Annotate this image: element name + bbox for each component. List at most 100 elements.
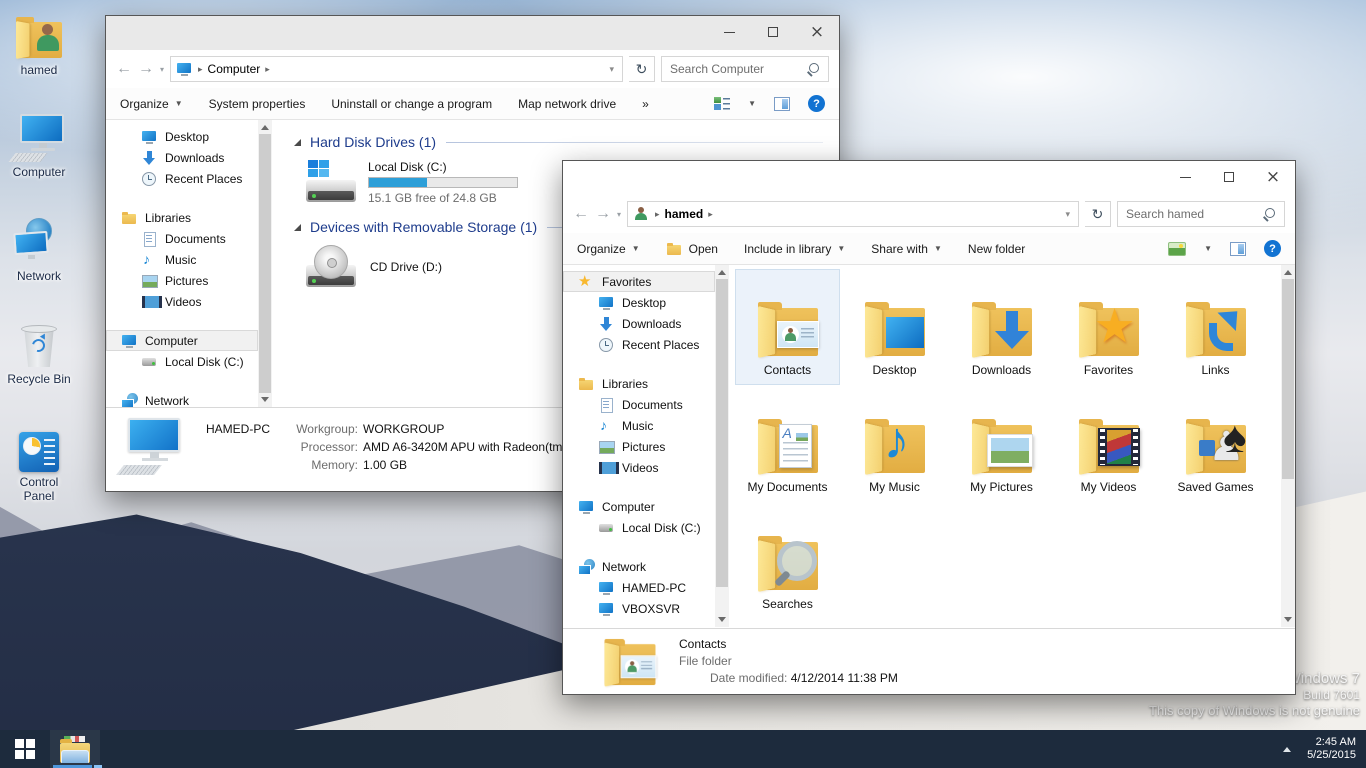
minimize-button[interactable] [1163, 161, 1207, 193]
scroll-down-icon[interactable] [261, 397, 269, 402]
search-input[interactable] [1126, 207, 1257, 221]
folder-tile-desktop[interactable]: Desktop [842, 269, 947, 385]
sidebar-item-libraries[interactable]: Libraries [563, 373, 715, 394]
back-button[interactable]: ← [573, 206, 589, 222]
desktop-icon-hamed[interactable]: hamed [0, 10, 78, 77]
scroll-down-icon[interactable] [1284, 617, 1292, 622]
sidebar-item-videos[interactable]: Videos [563, 457, 715, 478]
include-in-library-menu[interactable]: Include in library▼ [744, 242, 845, 256]
scrollbar-thumb[interactable] [259, 134, 271, 393]
folder-tile-saved-games[interactable]: ♟ Saved Games [1163, 386, 1268, 502]
sidebar-item-computer[interactable]: Computer [106, 330, 258, 351]
folder-tile-my-music[interactable]: My Music [842, 386, 947, 502]
new-folder-button[interactable]: New folder [968, 242, 1025, 256]
maximize-button[interactable] [751, 16, 795, 48]
sidebar-item-desktop[interactable]: Desktop [563, 292, 715, 313]
search-box[interactable] [661, 56, 829, 82]
address-bar[interactable]: ▸ hamed ▸ ▾ [627, 201, 1079, 227]
folder-tile-downloads[interactable]: Downloads [949, 269, 1054, 385]
sidebar-item-network[interactable]: Network [106, 390, 258, 407]
title-bar[interactable]: × [563, 161, 1295, 195]
back-button[interactable]: ← [116, 61, 132, 77]
chevron-down-icon[interactable]: ▼ [748, 99, 756, 108]
taskbar-file-explorer-button[interactable] [50, 730, 100, 768]
sidebar-item-computer[interactable]: Computer [563, 496, 715, 517]
address-dropdown-icon[interactable]: ▾ [603, 64, 620, 75]
nav-history-dropdown-icon[interactable]: ▾ [160, 65, 164, 74]
sidebar-item-pictures[interactable]: Pictures [106, 270, 258, 291]
share-with-menu[interactable]: Share with▼ [871, 242, 942, 256]
toolbar-overflow-button[interactable]: » [642, 97, 649, 111]
scroll-up-icon[interactable] [261, 125, 269, 130]
preview-pane-icon[interactable] [774, 97, 790, 111]
sidebar-item-documents[interactable]: Documents [563, 394, 715, 415]
sidebar-item-music[interactable]: Music [563, 415, 715, 436]
forward-button[interactable]: → [595, 206, 611, 222]
close-button[interactable]: × [1251, 161, 1295, 193]
sidebar-item-recent-places[interactable]: Recent Places [106, 168, 258, 189]
change-view-icon[interactable] [714, 96, 730, 111]
folder-tile-my-videos[interactable]: My Videos [1056, 386, 1161, 502]
sidebar-item-pictures[interactable]: Pictures [563, 436, 715, 457]
title-bar[interactable]: × [106, 16, 839, 50]
sidebar-item-local-disk[interactable]: Local Disk (C:) [563, 517, 715, 538]
preview-pane-icon[interactable] [1230, 242, 1246, 256]
folder-tile-my-pictures[interactable]: My Pictures [949, 386, 1054, 502]
search-box[interactable] [1117, 201, 1285, 227]
desktop-icon-computer[interactable]: Computer [0, 112, 78, 179]
minimize-button[interactable] [707, 16, 751, 48]
desktop-icon-recycle-bin[interactable]: Recycle Bin [0, 319, 78, 386]
sidebar-item-desktop[interactable]: Desktop [106, 126, 258, 147]
organize-menu[interactable]: Organize▼ [577, 242, 640, 256]
sidebar-item-favorites[interactable]: Favorites [563, 271, 715, 292]
desktop-icon-network[interactable]: Network [0, 216, 78, 283]
sidebar-item-local-disk[interactable]: Local Disk (C:) [106, 351, 258, 372]
start-button[interactable] [0, 730, 50, 768]
sidebar-item-libraries[interactable]: Libraries [106, 207, 258, 228]
show-hidden-icons-icon[interactable] [1283, 747, 1291, 752]
refresh-button[interactable]: ↻ [629, 56, 655, 82]
content-scrollbar[interactable] [1281, 265, 1295, 627]
uninstall-program-button[interactable]: Uninstall or change a program [331, 97, 492, 111]
forward-button[interactable]: → [138, 61, 154, 77]
taskbar-clock[interactable]: 2:45 AM 5/25/2015 [1307, 736, 1356, 762]
scrollbar-thumb[interactable] [1282, 279, 1294, 479]
sidebar-item-documents[interactable]: Documents [106, 228, 258, 249]
sidebar-item-vboxsvr[interactable]: VBOXSVR [563, 598, 715, 619]
breadcrumb[interactable]: hamed [665, 207, 704, 221]
folder-tile-links[interactable]: Links [1163, 269, 1268, 385]
refresh-button[interactable]: ↻ [1085, 201, 1111, 227]
sidebar-scrollbar[interactable] [258, 120, 272, 407]
scroll-up-icon[interactable] [1284, 270, 1292, 275]
sidebar-item-music[interactable]: Music [106, 249, 258, 270]
help-icon[interactable]: ? [808, 95, 825, 112]
chevron-down-icon[interactable]: ▼ [1204, 244, 1212, 253]
help-icon[interactable]: ? [1264, 240, 1281, 257]
sidebar-scrollbar[interactable] [715, 265, 729, 627]
folder-tile-contacts[interactable]: Contacts [735, 269, 840, 385]
address-bar[interactable]: ▸ Computer ▸ ▾ [170, 56, 623, 82]
group-header-hard-disks[interactable]: Hard Disk Drives (1) [294, 134, 839, 150]
sidebar-item-recent-places[interactable]: Recent Places [563, 334, 715, 355]
sidebar-item-downloads[interactable]: Downloads [563, 313, 715, 334]
folder-tile-searches[interactable]: Searches [735, 503, 840, 619]
close-button[interactable]: × [795, 16, 839, 48]
search-input[interactable] [670, 62, 801, 76]
sidebar-item-network[interactable]: Network [563, 556, 715, 577]
address-dropdown-icon[interactable]: ▾ [1059, 209, 1076, 220]
nav-history-dropdown-icon[interactable]: ▾ [617, 210, 621, 219]
map-network-drive-button[interactable]: Map network drive [518, 97, 616, 111]
desktop-icon-control-panel[interactable]: Control Panel [0, 422, 78, 503]
organize-menu[interactable]: Organize▼ [120, 97, 183, 111]
sidebar-item-downloads[interactable]: Downloads [106, 147, 258, 168]
change-view-icon[interactable] [1168, 242, 1186, 256]
open-button[interactable]: Open [666, 241, 718, 257]
maximize-button[interactable] [1207, 161, 1251, 193]
system-properties-button[interactable]: System properties [209, 97, 306, 111]
scrollbar-thumb[interactable] [716, 279, 728, 587]
folder-tile-my-documents[interactable]: My Documents [735, 386, 840, 502]
scroll-down-icon[interactable] [718, 617, 726, 622]
sidebar-item-hamed-pc[interactable]: HAMED-PC [563, 577, 715, 598]
folder-tile-favorites[interactable]: Favorites [1056, 269, 1161, 385]
scroll-up-icon[interactable] [718, 270, 726, 275]
